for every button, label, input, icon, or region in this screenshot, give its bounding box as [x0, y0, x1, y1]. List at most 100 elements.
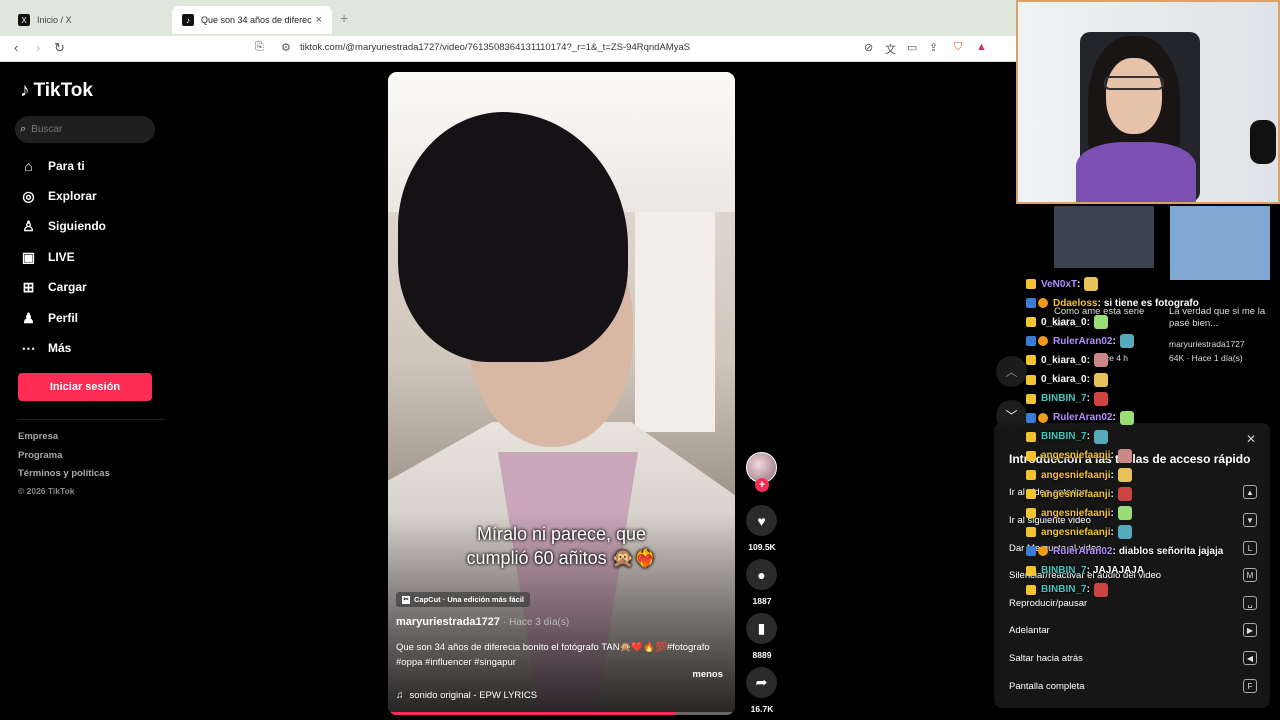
forward-icon[interactable]: ›: [36, 40, 40, 55]
footer-program-link[interactable]: Programa: [18, 450, 62, 461]
chat-message: angesniefaanji :: [1026, 467, 1132, 483]
chat-emote-icon: [1117, 525, 1132, 540]
chat-username[interactable]: BINBIN_7: [1041, 393, 1087, 404]
share-count: 16.7K: [750, 704, 774, 714]
orange-badge-icon: [1038, 546, 1048, 557]
site-info-icon[interactable]: ⚙: [281, 41, 291, 54]
chat-username[interactable]: angesniefaanji: [1041, 527, 1110, 538]
share-button[interactable]: ➦: [746, 667, 777, 698]
nav-explore[interactable]: ◎ Explorar: [20, 186, 96, 206]
tab-tiktok-video[interactable]: ♪ Que son 34 años de diferecia ×: [172, 6, 332, 34]
nav-label: Cargar: [48, 280, 87, 294]
video-caption-line-1: Míralo ni parece, que: [476, 524, 647, 544]
chat-username[interactable]: 0_kiara_0: [1041, 317, 1087, 328]
tiktok-logo[interactable]: ♪ TikTok: [20, 80, 93, 102]
nav-label: Para ti: [48, 159, 85, 173]
chat-username[interactable]: 0_kiara_0: [1041, 355, 1087, 366]
orange-badge-icon: [1038, 298, 1048, 309]
chat-username[interactable]: VeN0xT: [1041, 279, 1077, 290]
previous-video-button[interactable]: ︿: [996, 356, 1027, 387]
chat-username[interactable]: BINBIN_7: [1041, 565, 1087, 576]
shortcut-key: ▼: [1243, 513, 1257, 527]
chat-username[interactable]: angesniefaanji: [1041, 470, 1110, 481]
video-author[interactable]: maryuriestrada1727 · Hace 3 día(s): [396, 616, 569, 628]
webcam-shirt: [1076, 142, 1196, 202]
chat-username[interactable]: angesniefaanji: [1041, 450, 1110, 461]
chat-username[interactable]: BINBIN_7: [1041, 431, 1087, 442]
close-icon[interactable]: ✕: [1246, 432, 1256, 446]
comment-button[interactable]: ●: [746, 559, 777, 590]
search-placeholder: Buscar: [31, 124, 63, 135]
chat-username[interactable]: RulerAran02: [1053, 412, 1112, 423]
shortcut-row: Adelantar ▶: [1009, 623, 1257, 637]
chat-text: diablos señorita jajaja: [1118, 545, 1224, 557]
chat-emote-icon: [1084, 277, 1099, 291]
rewards-icon[interactable]: ▲: [976, 41, 987, 53]
crown-badge-icon: [1026, 584, 1036, 595]
tiktok-sidebar: ♪ TikTok ⌕ Buscar ⌂ Para ti ◎ Explorar ♙…: [0, 62, 175, 720]
footer-company-link[interactable]: Empresa: [18, 431, 58, 442]
chat-message: RulerAran02 : diablos señorita jajaja: [1026, 543, 1223, 559]
chat-username[interactable]: RulerAran02: [1053, 546, 1112, 557]
crown-badge-icon: [1026, 527, 1036, 538]
chat-message: angesniefaanji :: [1026, 448, 1132, 464]
chat-separator: :: [1110, 488, 1114, 500]
blue-badge-icon: [1026, 298, 1036, 309]
chat-separator: :: [1110, 469, 1114, 481]
search-input[interactable]: ⌕ Buscar: [15, 116, 155, 143]
copyright: © 2026 TikTok: [18, 486, 75, 496]
share-icon[interactable]: ⇪: [929, 41, 938, 54]
chat-separator: :: [1086, 431, 1090, 443]
translate-icon[interactable]: 文: [885, 41, 896, 57]
home-icon: ⌂: [24, 158, 33, 174]
back-icon[interactable]: ‹: [14, 40, 18, 55]
brave-shield-icon[interactable]: ⛉: [954, 41, 962, 54]
chat-message: BINBIN_7 : JAJAJAJA: [1026, 563, 1144, 579]
nav-profile[interactable]: ♟ Perfil: [20, 308, 78, 328]
show-less-link[interactable]: menos: [692, 669, 723, 680]
footer-terms-link[interactable]: Términos y políticas: [18, 468, 110, 479]
new-tab-icon[interactable]: +: [340, 10, 348, 26]
nav-upload[interactable]: ⊞ Cargar: [20, 277, 87, 297]
chat-username[interactable]: BINBIN_7: [1041, 584, 1087, 595]
login-button[interactable]: Iniciar sesión: [18, 373, 152, 401]
chat-username[interactable]: angesniefaanji: [1041, 508, 1110, 519]
chat-emote-icon: [1093, 429, 1108, 444]
chat-emote-icon: [1093, 353, 1108, 368]
reader-icon[interactable]: ⊘: [864, 41, 873, 54]
nav-more[interactable]: ⋯ Más: [20, 338, 72, 358]
share-arrow-icon: ➦: [755, 674, 768, 690]
post-time: · Hace 3 día(s): [503, 617, 570, 628]
nav-label: Más: [48, 341, 72, 355]
chat-username[interactable]: 0_kiara_0: [1041, 374, 1087, 385]
video-progress-fill: [388, 712, 676, 715]
bookmark-icon[interactable]: ⎘: [255, 41, 264, 54]
video-progress-bar[interactable]: [388, 712, 735, 715]
nav-following[interactable]: ♙ Siguiendo: [20, 216, 106, 236]
chat-username[interactable]: RulerAran02: [1053, 336, 1112, 347]
nav-live[interactable]: ▣ LIVE: [20, 247, 75, 267]
author-name[interactable]: maryuriestrada1727: [396, 616, 500, 628]
video-description: Que son 34 años de diferecia bonito el f…: [396, 642, 710, 668]
tab-x-home[interactable]: X Inicio / X: [8, 6, 170, 34]
video-player[interactable]: Míralo ni parece, que cumplió 60 añitos …: [388, 72, 735, 715]
reload-icon[interactable]: ↻: [54, 40, 65, 56]
close-tab-icon[interactable]: ×: [316, 14, 322, 26]
url-field[interactable]: tiktok.com/@maryuriestrada1727/video/761…: [300, 42, 690, 53]
chat-message: angesniefaanji :: [1026, 505, 1132, 521]
pip-icon[interactable]: ▭: [907, 41, 917, 54]
nav-for-you[interactable]: ⌂ Para ti: [20, 156, 85, 176]
chat-separator: :: [1086, 393, 1090, 405]
thumb-right-user: maryuriestrada1727: [1169, 339, 1245, 349]
like-button[interactable]: ♥: [746, 505, 777, 536]
capcut-badge[interactable]: ✂ CapCut · Una edición más fácil: [396, 592, 531, 607]
comment-count: 1887: [752, 596, 772, 606]
chat-username[interactable]: Ddaeloss: [1053, 298, 1097, 309]
sound-link[interactable]: ♫ sonido original - EPW LYRICS: [396, 690, 537, 701]
follow-plus-icon[interactable]: +: [755, 478, 769, 492]
comment-icon: ●: [757, 566, 766, 583]
chat-username[interactable]: angesniefaanji: [1041, 489, 1110, 500]
background-thumbnail-right: [1170, 206, 1270, 280]
chat-emote-icon: [1117, 468, 1132, 482]
save-button[interactable]: ▮: [746, 613, 777, 644]
